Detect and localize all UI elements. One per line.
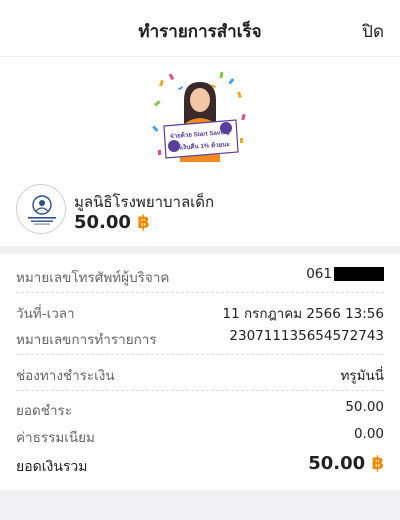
header-bar: ทำรายการสำเร็จ ปิด <box>0 0 400 56</box>
total-amount: 50.00 <box>308 453 366 474</box>
summary-row-fee: ค่าธรรมเนียม 0.00 <box>16 426 384 448</box>
footer-area <box>0 490 400 520</box>
phone-prefix: 061 <box>306 266 332 282</box>
detail-row-datetime: วันที่-เวลา 11 กรกฎาคม 2566 13:56 <box>16 302 384 324</box>
fee-value: 0.00 <box>353 426 384 442</box>
promo-illustration: จ่ายด้วย Start Saving ได้เงินคืน 1% ด้วย… <box>152 71 246 162</box>
merchant-name: มูลนิธิโรงพยาบาลเด็ก <box>74 193 215 211</box>
merchant-amount: 50.00 ฿ <box>74 212 150 233</box>
section-divider <box>0 246 400 254</box>
header-divider <box>0 56 400 57</box>
baht-symbol: ฿ <box>371 453 384 474</box>
merchant-amount-value: 50.00 <box>74 212 131 233</box>
detail-row-channel: ช่องทางชำระเงิน ทรูมันนี่ <box>16 364 384 386</box>
row-divider <box>16 354 384 355</box>
total-value: 50.00 ฿ <box>308 453 384 474</box>
payment-value: 50.00 <box>345 399 384 415</box>
redacted-block <box>334 267 384 281</box>
fee-label: ค่าธรรมเนียม <box>16 430 95 446</box>
total-label: ยอดเงินรวม <box>16 459 88 475</box>
transaction-value: 230711135654572743 <box>229 328 384 344</box>
merchant-logo <box>16 184 66 234</box>
row-divider <box>16 390 384 391</box>
detail-row-transaction: หมายเลขการทำรายการ 230711135654572743 <box>16 328 384 350</box>
close-button[interactable]: ปิด <box>362 18 384 45</box>
row-divider <box>16 292 384 293</box>
datetime-label: วันที่-เวลา <box>16 306 75 322</box>
summary-row-payment: ยอดชำระ 50.00 <box>16 399 384 421</box>
channel-label: ช่องทางชำระเงิน <box>16 368 115 384</box>
phone-value: 061 <box>306 266 384 282</box>
payment-label: ยอดชำระ <box>16 403 73 419</box>
phone-label: หมายเลขโทรศัพท์ผู้บริจาค <box>16 270 170 286</box>
channel-value: ทรูมันนี่ <box>340 368 384 384</box>
summary-row-total: ยอดเงินรวม 50.00 ฿ <box>16 453 384 478</box>
merchant-summary: มูลนิธิโรงพยาบาลเด็ก 50.00 ฿ <box>16 184 384 236</box>
transaction-label: หมายเลขการทำรายการ <box>16 332 157 348</box>
datetime-value: 11 กรกฎาคม 2566 13:56 <box>222 306 385 322</box>
detail-row-phone: หมายเลขโทรศัพท์ผู้บริจาค 061 <box>16 266 384 288</box>
baht-symbol: ฿ <box>137 212 150 233</box>
page-title: ทำรายการสำเร็จ <box>138 22 262 42</box>
promo-banner: จ่ายด้วย Start Saving ได้เงินคืน 1% ด้วย… <box>163 119 239 159</box>
